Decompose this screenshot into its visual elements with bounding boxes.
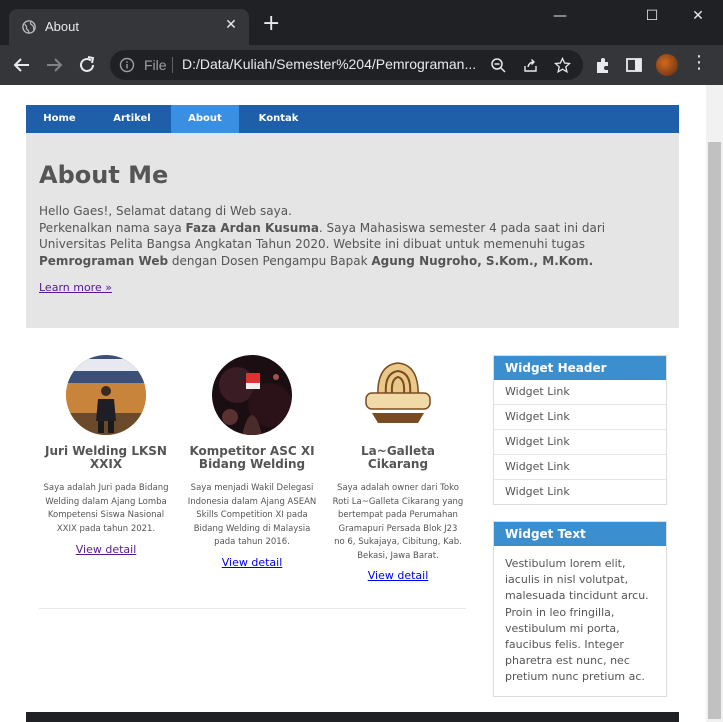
forward-icon[interactable] <box>43 54 65 76</box>
window-close-icon[interactable]: ✕ <box>688 8 708 24</box>
card-title: Juri Welding LKSN XXIX <box>45 444 167 471</box>
vertical-scrollbar[interactable] <box>706 85 723 722</box>
zoom-icon[interactable] <box>490 57 507 74</box>
widget-header: Widget Header <box>494 356 666 380</box>
widget-link[interactable]: Widget Link <box>494 454 666 479</box>
extensions-icon[interactable] <box>593 55 613 75</box>
menu-kebab-icon[interactable]: ⋮ <box>690 54 708 72</box>
widget-text: Widget Text Vestibulum lorem elit, iacul… <box>493 521 667 697</box>
back-icon[interactable] <box>11 54 33 76</box>
page-footer <box>26 712 679 722</box>
card-description: Saya menjadi Wakil Delegasi Indonesia da… <box>187 483 317 547</box>
minimize-icon[interactable]: — <box>550 8 570 24</box>
widget-links: Widget Header Widget Link Widget Link Wi… <box>493 355 667 505</box>
share-icon[interactable] <box>522 57 539 74</box>
scrollbar-thumb[interactable] <box>708 142 721 719</box>
widget-text-body: Vestibulum lorem elit, iaculis in nisl v… <box>505 557 649 684</box>
tab-close-icon[interactable]: ✕ <box>223 17 239 33</box>
globe-icon <box>22 20 36 34</box>
view-detail-link[interactable]: View detail <box>186 556 318 569</box>
browser-toolbar: File D:/Data/Kuliah/Semester%204/Pemrogr… <box>0 45 723 85</box>
widget-link[interactable]: Widget Link <box>494 404 666 429</box>
widget-link[interactable]: Widget Link <box>494 479 666 504</box>
photo-juri-welding <box>66 355 146 435</box>
browser-tab[interactable]: About ✕ <box>9 9 249 45</box>
card-title: La~Galleta Cikarang <box>361 444 435 471</box>
view-detail-link[interactable]: View detail <box>40 543 172 556</box>
nav-about[interactable]: About <box>171 105 239 133</box>
page-viewport: Home Artikel About Kontak About Me Hello… <box>0 85 706 722</box>
profile-avatar[interactable] <box>656 54 678 76</box>
hero-title: About Me <box>39 161 169 189</box>
card-description: Saya adalah owner dari Toko Roti La~Gall… <box>332 483 464 561</box>
page-container: Home Artikel About Kontak About Me Hello… <box>26 85 679 722</box>
new-tab-button[interactable]: + <box>262 13 280 35</box>
la-galleta-logo <box>358 355 438 435</box>
hero-greeting: Hello Gaes!, Selamat datang di Web saya. <box>39 204 292 218</box>
learn-more-link[interactable]: Learn more » <box>39 281 112 294</box>
card-title: Kompetitor ASC XI Bidang Welding <box>189 444 315 471</box>
scheme-label: File <box>144 57 167 73</box>
address-bar[interactable]: File D:/Data/Kuliah/Semester%204/Pemrogr… <box>110 50 583 80</box>
tab-bar: About ✕ + — ☐ ✕ <box>0 0 723 45</box>
nav-kontak[interactable]: Kontak <box>239 105 318 133</box>
url-separator <box>172 57 173 73</box>
photo-kompetitor-asc <box>212 355 292 435</box>
nav-artikel[interactable]: Artikel <box>93 105 171 133</box>
hero-intro: Perkenalkan nama saya Faza Ardan Kusuma.… <box>39 220 606 268</box>
card-description: Saya adalah Juri pada Bidang Welding dal… <box>43 483 169 534</box>
view-detail-link[interactable]: View detail <box>332 569 464 582</box>
main-nav: Home Artikel About Kontak <box>26 105 679 133</box>
maximize-icon[interactable]: ☐ <box>642 8 662 24</box>
tab-title: About <box>45 19 79 34</box>
widget-header: Widget Text <box>494 522 666 546</box>
content-divider <box>39 608 466 609</box>
widget-link[interactable]: Widget Link <box>494 380 666 404</box>
bookmark-star-icon[interactable] <box>554 57 571 74</box>
widget-link[interactable]: Widget Link <box>494 429 666 454</box>
reload-icon[interactable] <box>76 54 98 76</box>
url-text[interactable]: D:/Data/Kuliah/Semester%204/Pemrograman.… <box>182 56 476 72</box>
info-icon[interactable] <box>119 57 135 73</box>
nav-home[interactable]: Home <box>26 105 93 133</box>
hero-section: About Me Hello Gaes!, Selamat datang di … <box>26 133 679 328</box>
side-panel-icon[interactable] <box>624 55 644 75</box>
